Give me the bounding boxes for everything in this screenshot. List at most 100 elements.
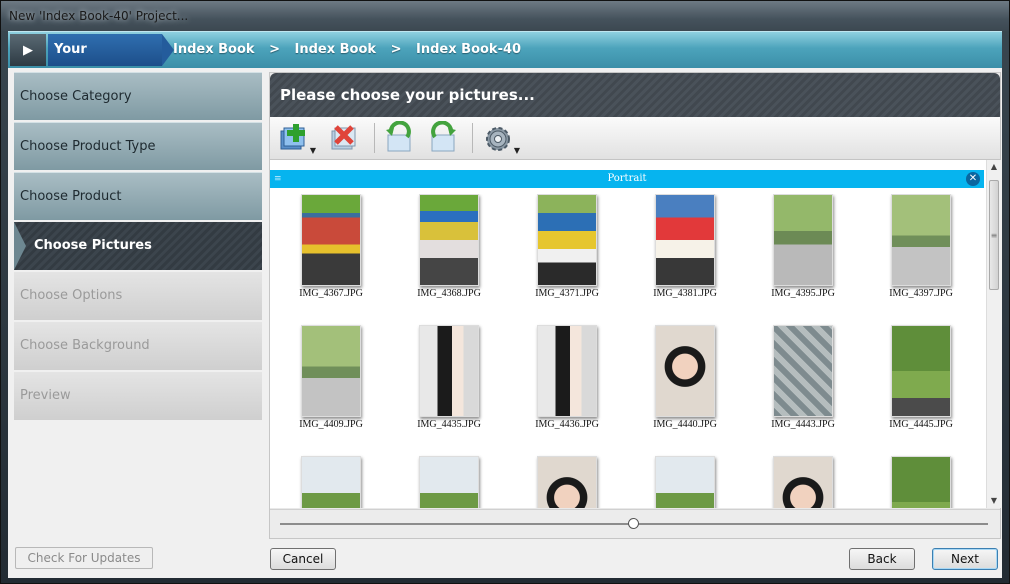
remove-pictures-icon <box>331 125 356 150</box>
step-choose-pictures[interactable]: Choose Pictures <box>14 222 262 270</box>
toolbar-separator <box>472 123 473 153</box>
next-button[interactable]: Next <box>932 548 998 570</box>
thumbnail-image <box>301 325 361 417</box>
thumbnail-image <box>655 325 715 417</box>
step-choose-options: Choose Options <box>14 272 262 320</box>
thumbnail-image <box>655 456 715 508</box>
group-name: Portrait <box>607 173 647 184</box>
thumbnail-image <box>419 325 479 417</box>
rotate-left-button[interactable] <box>382 120 418 155</box>
step-choose-background: Choose Background <box>14 322 262 370</box>
thumbnail[interactable]: IMG_4436.JPG <box>508 325 626 445</box>
window-title: New 'Index Book-40' Project... <box>9 9 189 23</box>
dropdown-arrow-icon: ▼ <box>309 146 316 155</box>
title-bar[interactable]: New 'Index Book-40' Project... <box>1 1 1009 31</box>
zoom-slider-knob[interactable] <box>628 518 639 529</box>
thumbnail[interactable] <box>390 456 508 508</box>
breadcrumb-item: Index Book-40 <box>416 42 522 57</box>
thumbnail-image <box>537 456 597 508</box>
grip-icon: ≡ <box>274 174 282 184</box>
thumbnail[interactable]: IMG_4371.JPG <box>508 194 626 314</box>
thumbnail[interactable] <box>862 456 980 508</box>
settings-gear-icon <box>486 127 510 151</box>
thumbnail-filename: IMG_4409.JPG <box>299 419 363 430</box>
thumbnail[interactable] <box>508 456 626 508</box>
thumbnail-image <box>655 194 715 286</box>
step-choose-product[interactable]: Choose Product <box>14 172 262 220</box>
play-arrow-icon: ▶ <box>23 42 33 58</box>
thumbnail-image <box>419 456 479 508</box>
step-preview: Preview <box>14 372 262 420</box>
add-pictures-button[interactable]: ▼ <box>278 121 316 155</box>
step-label: Choose Category <box>20 89 132 104</box>
step-label: Choose Product <box>20 189 122 204</box>
thumbnail-filename: IMG_4371.JPG <box>535 288 599 299</box>
step-label: Preview <box>20 388 71 403</box>
scroll-down-arrow-icon[interactable]: ▼ <box>987 494 1001 508</box>
rotate-right-button[interactable] <box>426 120 462 155</box>
panel-header: Please choose your pictures... <box>270 73 1000 117</box>
thumbnail-filename: IMG_4440.JPG <box>653 419 717 430</box>
scrollbar-thumb[interactable]: ≡ <box>989 180 999 290</box>
choose-pictures-panel: Please choose your pictures... ▼ ▼ ≡ Por… <box>269 72 1001 539</box>
thumbnail[interactable] <box>626 456 744 508</box>
breadcrumb-item: Index Book <box>294 42 377 57</box>
toolbar-separator <box>374 123 375 153</box>
step-choose-product-type[interactable]: Choose Product Type <box>14 122 262 170</box>
thumbnail[interactable]: IMG_4409.JPG <box>272 325 390 445</box>
wizard-steps-sidebar: Choose Category Choose Product Type Choo… <box>14 72 262 422</box>
rotate-right-icon <box>431 120 456 152</box>
thumbnail[interactable]: IMG_4397.JPG <box>862 194 980 314</box>
thumbnail[interactable] <box>272 456 390 508</box>
group-header-portrait[interactable]: ≡ Portrait ✕ <box>270 170 984 188</box>
thumbnail[interactable]: IMG_4395.JPG <box>744 194 862 314</box>
gallery-vertical-scrollbar[interactable]: ▲ ≡ ▼ <box>986 160 1001 508</box>
breadcrumb-toggle-button[interactable]: ▶ <box>10 34 46 66</box>
thumbnail[interactable]: IMG_4440.JPG <box>626 325 744 445</box>
thumbnail-image <box>891 325 951 417</box>
add-pictures-icon <box>280 124 305 150</box>
cancel-button[interactable]: Cancel <box>270 548 336 570</box>
thumbnail[interactable]: IMG_4443.JPG <box>744 325 862 445</box>
scroll-up-arrow-icon[interactable]: ▲ <box>987 160 1001 174</box>
breadcrumb-item: Index Book <box>173 42 255 57</box>
step-label: Choose Options <box>20 288 123 303</box>
thumbnail-filename: IMG_4395.JPG <box>771 288 835 299</box>
step-label: Choose Pictures <box>34 238 152 253</box>
close-group-icon[interactable]: ✕ <box>966 172 980 186</box>
check-for-updates-button[interactable]: Check For Updates <box>15 547 153 569</box>
settings-button[interactable]: ▼ <box>482 121 520 155</box>
step-label: Choose Background <box>20 338 150 353</box>
remove-pictures-button[interactable] <box>326 121 362 155</box>
thumbnail[interactable]: IMG_4381.JPG <box>626 194 744 314</box>
thumbnail-grid: IMG_4367.JPG IMG_4368.JPG IMG_4371.JPG I… <box>270 194 984 508</box>
thumbnail[interactable] <box>744 456 862 508</box>
thumbnail[interactable]: IMG_4435.JPG <box>390 325 508 445</box>
thumbnail-image <box>891 456 951 508</box>
thumbnail-filename: IMG_4367.JPG <box>299 288 363 299</box>
back-button[interactable]: Back <box>849 548 915 570</box>
thumbnail-filename: IMG_4368.JPG <box>417 288 481 299</box>
thumbnail[interactable]: IMG_4368.JPG <box>390 194 508 314</box>
panel-title: Please choose your pictures... <box>280 86 535 104</box>
thumbnail[interactable]: IMG_4445.JPG <box>862 325 980 445</box>
thumbnail-filename: IMG_4435.JPG <box>417 419 481 430</box>
breadcrumb: ▶ Your Selections: Index Book > Index Bo… <box>8 31 1002 89</box>
thumbnail-filename: IMG_4445.JPG <box>889 419 953 430</box>
picture-toolbar: ▼ ▼ <box>270 117 1000 160</box>
your-selections-label: Your Selections: <box>48 34 174 89</box>
step-choose-category[interactable]: Choose Category <box>14 72 262 120</box>
thumbnail-filename: IMG_4381.JPG <box>653 288 717 299</box>
thumbnail-image <box>419 194 479 286</box>
breadcrumb-separator: > <box>390 42 402 57</box>
step-label: Choose Product Type <box>20 139 156 154</box>
thumbnail-image <box>537 325 597 417</box>
picture-gallery[interactable]: ≡ Portrait ✕ IMG_4367.JPG IMG_4368.JPG I… <box>270 160 986 508</box>
wizard-client: ▶ Your Selections: Index Book > Index Bo… <box>8 31 1002 578</box>
zoom-slider-bar <box>270 509 1000 538</box>
thumbnail-image <box>301 456 361 508</box>
thumbnail-image <box>301 194 361 286</box>
thumbnail[interactable]: IMG_4367.JPG <box>272 194 390 314</box>
rotate-left-icon <box>386 120 411 152</box>
breadcrumb-path: Index Book > Index Book > Index Book-40 <box>173 32 531 68</box>
